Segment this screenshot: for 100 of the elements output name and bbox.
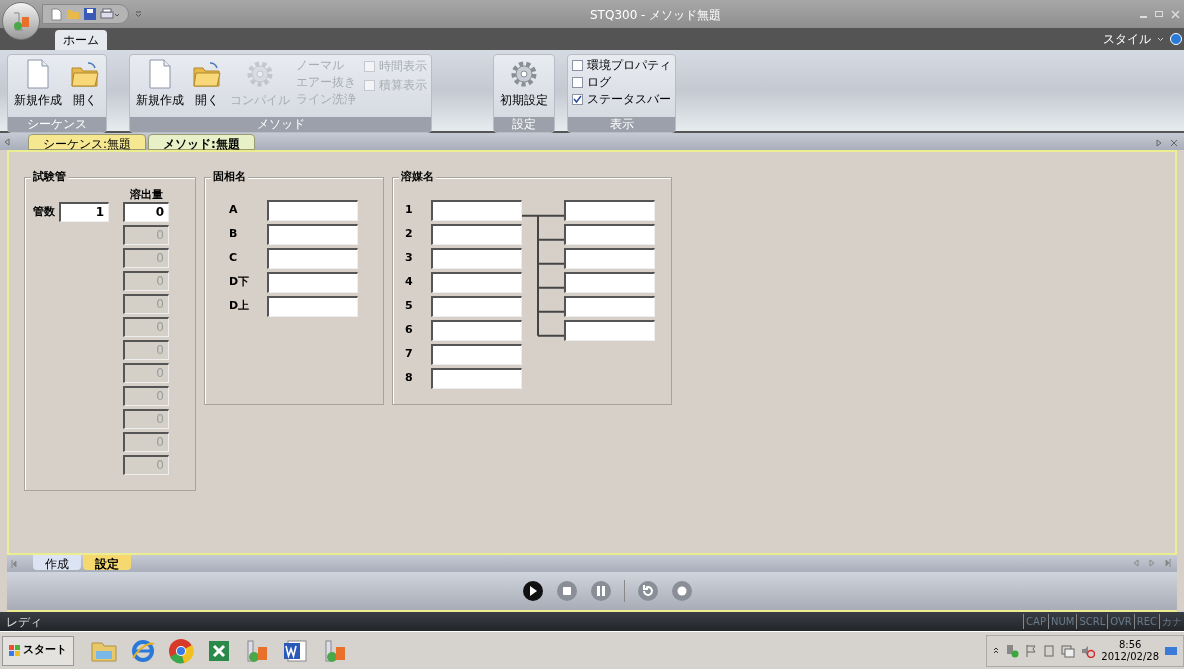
ribbon-tab[interactable]: ホーム [55, 30, 107, 50]
row-label: 2 [405, 226, 414, 243]
previous-icon[interactable] [1133, 559, 1139, 567]
app-logo-icon[interactable] [2, 2, 40, 40]
sheet-tab[interactable]: 作成 [33, 555, 81, 570]
network-icon[interactable] [1061, 643, 1076, 658]
checkbox[interactable] [572, 94, 583, 105]
status-indicator: カナ [1159, 614, 1184, 629]
checkbox[interactable] [572, 60, 583, 71]
plug-icon[interactable] [1005, 643, 1020, 658]
input-field[interactable] [431, 224, 522, 245]
row-label: 3 [405, 250, 414, 267]
close-icon[interactable] [1170, 139, 1178, 147]
browser-icon[interactable] [130, 637, 156, 664]
group-title: 固相名 [211, 170, 248, 184]
input-field[interactable] [431, 296, 522, 317]
row-label: 5 [405, 298, 414, 315]
sheet-tab[interactable]: 設定 [83, 555, 131, 570]
browser-icon[interactable] [168, 637, 194, 664]
scroll-right-icon[interactable] [1156, 139, 1162, 147]
help-icon[interactable] [1170, 33, 1182, 45]
input-field[interactable] [267, 248, 358, 269]
row-label: 1 [405, 202, 414, 219]
folder-icon [70, 59, 100, 89]
device-icon[interactable] [1043, 643, 1056, 658]
chevron-icon[interactable] [1157, 36, 1164, 42]
clock-date[interactable]: 2012/02/28 [1101, 650, 1159, 663]
row-label: 8 [405, 370, 414, 387]
dropdown-icon[interactable] [135, 11, 142, 17]
restore-icon[interactable] [1155, 11, 1163, 17]
gear-icon [509, 59, 539, 89]
clock-time[interactable]: 8:56 [1118, 638, 1142, 651]
input-field[interactable]: 1 [59, 202, 109, 222]
row-label: D下 [229, 274, 251, 291]
ribbon-button[interactable]: 新規作成 [12, 55, 64, 109]
row-label: 6 [405, 322, 414, 339]
checkbox-label: ステータスバー [587, 92, 671, 107]
scroll-left-icon[interactable] [4, 138, 10, 146]
flask-icon[interactable] [322, 637, 348, 664]
flag-icon[interactable] [1025, 643, 1038, 658]
chevron-up-icon[interactable] [993, 647, 1000, 654]
group-title: 溶媒名 [399, 170, 436, 184]
last-page-icon[interactable] [1165, 559, 1171, 567]
document-icon [25, 59, 51, 89]
flask-icon[interactable] [244, 637, 270, 664]
input-field[interactable]: 0 [123, 202, 169, 222]
input-field[interactable] [431, 272, 522, 293]
document-tab[interactable]: シーケンス:無題 [28, 134, 147, 150]
ribbon-button[interactable]: 初期設定 [498, 55, 550, 109]
input-field[interactable] [431, 248, 522, 269]
status-indicator: CAP [1023, 614, 1048, 629]
row-label: 4 [405, 274, 414, 291]
field-label: 管数 [33, 203, 55, 220]
status-indicator: SCRL [1076, 614, 1108, 629]
input-field[interactable] [431, 320, 522, 341]
group-label: 設定 [494, 117, 554, 132]
input-field[interactable] [564, 224, 655, 245]
input-field[interactable] [267, 224, 358, 245]
first-page-icon[interactable] [11, 560, 17, 568]
gear-icon [245, 59, 275, 89]
row-label: A [229, 202, 239, 219]
checkbox-label: 時間表示 [379, 59, 427, 74]
ribbon-button[interactable]: 開く [68, 55, 102, 109]
document-icon[interactable] [51, 7, 62, 21]
input-field[interactable] [564, 248, 655, 269]
input-field[interactable] [564, 272, 655, 293]
group-label: シーケンス [8, 117, 106, 132]
input-field[interactable] [267, 296, 358, 317]
input-field[interactable] [267, 200, 358, 221]
checkbox-label: ログ [587, 75, 611, 90]
folder-icon [192, 59, 222, 89]
group-label: メソッド [130, 117, 431, 132]
row-label: D上 [229, 298, 251, 315]
status-indicator: REC [1133, 614, 1159, 629]
document-icon[interactable] [282, 637, 310, 664]
input-field[interactable] [431, 344, 522, 365]
status-text: レディ [6, 613, 42, 631]
group-label: 表示 [568, 117, 675, 132]
input-field[interactable] [431, 200, 522, 221]
ribbon-button[interactable]: 新規作成 [134, 55, 186, 109]
group-title: 試験管 [31, 170, 68, 184]
ribbon-button[interactable]: 開く [190, 55, 224, 109]
input-field[interactable] [564, 320, 655, 341]
row-label: C [229, 250, 239, 267]
checkbox[interactable] [572, 77, 583, 88]
printer-icon[interactable] [100, 7, 120, 21]
show-desktop-icon[interactable] [1165, 646, 1177, 655]
input-field[interactable] [564, 200, 655, 221]
document-icon [147, 59, 173, 89]
row-label: 7 [405, 346, 414, 363]
input-field[interactable] [564, 296, 655, 317]
play-button[interactable] [521, 580, 544, 602]
document-tab[interactable]: メソッド:無題 [148, 134, 255, 150]
input-field[interactable] [267, 272, 358, 293]
save-icon[interactable] [84, 8, 96, 20]
input-field[interactable] [431, 368, 522, 389]
start-button[interactable]: スタート [2, 635, 74, 666]
next-icon[interactable] [1149, 559, 1155, 567]
status-indicator: NUM [1047, 614, 1077, 629]
style-menu[interactable]: スタイル [1103, 30, 1151, 48]
